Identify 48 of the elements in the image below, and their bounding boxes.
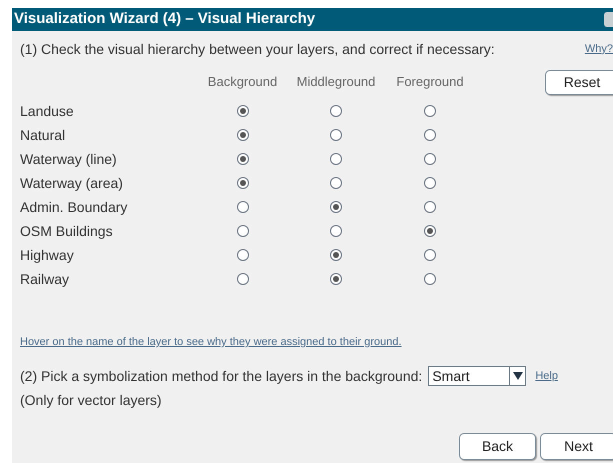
layer-name[interactable]: Landuse	[20, 102, 74, 118]
layer-name[interactable]: Waterway (area)	[20, 174, 123, 190]
radio-button[interactable]	[424, 201, 436, 213]
layer-name[interactable]: Natural	[20, 126, 66, 142]
layer-name[interactable]: Admin. Boundary	[20, 198, 128, 214]
radio-button[interactable]	[330, 105, 342, 117]
radio-button[interactable]	[424, 273, 436, 285]
radio-button[interactable]	[424, 177, 436, 189]
why-link[interactable]: Why?	[584, 40, 613, 58]
radio-button[interactable]	[236, 273, 248, 285]
radio-button[interactable]	[330, 201, 342, 213]
layer-name[interactable]: Waterway (line)	[20, 150, 117, 166]
nav-button[interactable]: Next	[540, 433, 613, 460]
radio-button[interactable]	[236, 129, 248, 141]
close-button[interactable]	[604, 12, 613, 27]
instruction-text: (2) Pick a symbolization method for the layers in the background:	[20, 366, 422, 386]
radio-button[interactable]	[330, 129, 342, 141]
hint-link[interactable]: Hover on the name of the layer to see why they were assigned to their ground.	[20, 336, 402, 348]
radio-button[interactable]	[424, 105, 436, 117]
layer-name[interactable]: Railway	[20, 270, 70, 286]
radio-button[interactable]	[424, 225, 436, 237]
radio-button[interactable]	[330, 177, 342, 189]
radio-button[interactable]	[236, 201, 248, 213]
radio-button[interactable]	[330, 249, 342, 261]
reset-button[interactable]: Reset	[545, 70, 613, 94]
radio-button[interactable]	[330, 273, 342, 285]
radio-button[interactable]	[424, 129, 436, 141]
note-text: (Only for vector layers)	[20, 392, 162, 408]
window-title: Visualization Wizard (4) – Visual Hierarchy	[14, 9, 316, 30]
radio-button[interactable]	[236, 225, 248, 237]
method-dropdown[interactable]: Smart	[428, 366, 526, 386]
dropdown-arrow-icon	[509, 367, 526, 385]
layer-name[interactable]: Highway	[20, 246, 74, 262]
column-header: Background	[208, 74, 278, 90]
nav-button[interactable]: Back	[459, 433, 536, 460]
radio-button[interactable]	[330, 225, 342, 237]
column-header: Foreground	[396, 74, 464, 90]
instruction-text: (1) Check the visual hierarchy between your layers, and correct if necessary:	[20, 40, 495, 59]
radio-button[interactable]	[236, 153, 248, 165]
radio-button[interactable]	[236, 177, 248, 189]
radio-button[interactable]	[236, 249, 248, 261]
radio-button[interactable]	[424, 153, 436, 165]
radio-button[interactable]	[236, 105, 248, 117]
layer-name[interactable]: OSM Buildings	[20, 222, 113, 238]
help-link[interactable]: Help	[535, 368, 558, 384]
radio-button[interactable]	[424, 249, 436, 261]
column-header: Middleground	[296, 74, 376, 90]
radio-button[interactable]	[330, 153, 342, 165]
